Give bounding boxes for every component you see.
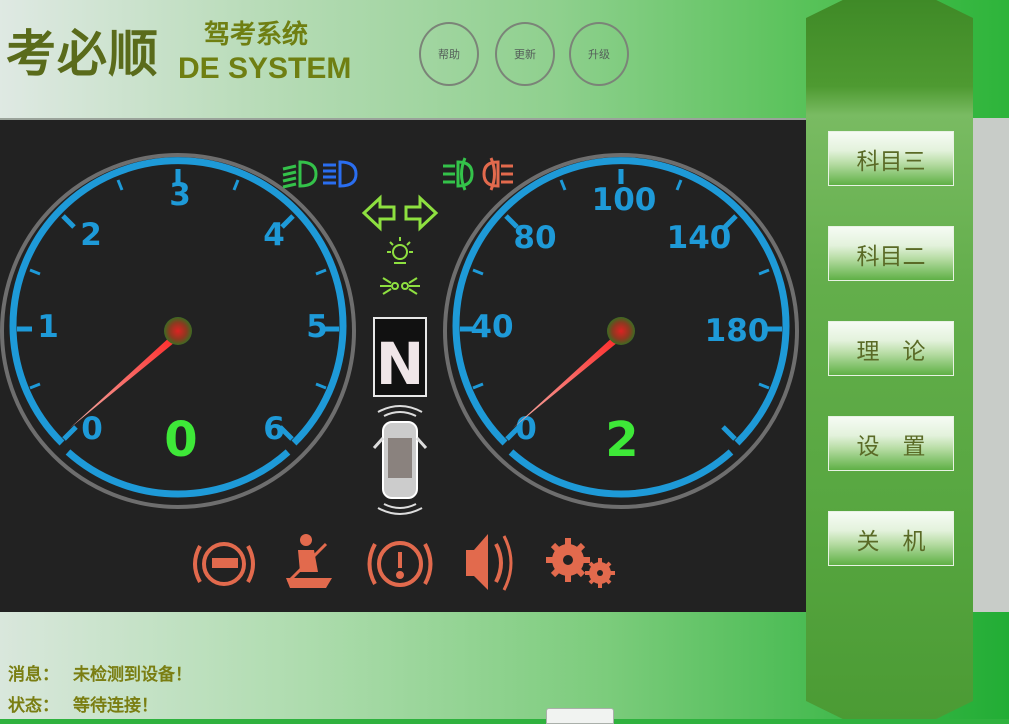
gear-settings-icon [546,538,615,588]
update-button[interactable]: 更新 [495,22,555,86]
state-value: 等待连接！ [73,696,158,716]
state-label: 状态： [8,696,59,716]
tachometer-gauge: 0 1 2 3 4 5 6 0 [0,153,356,509]
position-light-icon [387,237,413,264]
shutdown-button[interactable]: 关 机 [828,511,954,566]
speed-tick-40: 40 [470,309,513,345]
parking-brake-icon [193,542,255,586]
tach-tick-2: 2 [80,217,102,253]
upgrade-button[interactable]: 升级 [569,22,629,86]
theory-button[interactable]: 理 论 [828,321,954,376]
system-title-en: DE SYSTEM [178,52,352,85]
turn-left-icon [361,194,396,232]
speed-reading: 2 [605,412,638,468]
subject-three-button[interactable]: 科目三 [828,131,954,186]
tach-tick-1: 1 [37,309,59,345]
right-edge-strip [970,118,1009,612]
settings-button[interactable]: 设 置 [828,416,954,471]
rear-fog-icon [482,157,513,191]
low-beam-icon [282,160,318,189]
brand-logo-text: 考必顺 [6,25,159,83]
message-value: 未检测到设备！ [73,665,192,685]
message-label: 消息： [8,665,59,685]
tach-reading: 0 [164,412,197,468]
system-title-cn: 驾考系统 [204,20,309,50]
tach-tick-5: 5 [306,309,328,345]
speed-tick-180: 180 [705,313,770,349]
tach-tick-3: 3 [169,177,191,213]
gear-indicator: N [376,330,425,398]
front-fog-icon [443,157,474,191]
seatbelt-icon [286,534,332,588]
state-line: 状态： 等待连接！ [8,691,158,716]
dashboard-panel: 0 1 2 3 4 5 6 0 0 40 80 100 140 180 2 N [0,118,806,614]
speed-tick-80: 80 [513,220,556,256]
subject-two-button[interactable]: 科目二 [828,226,954,281]
speed-tick-100: 100 [592,182,657,218]
high-beam-icon [323,160,358,188]
tach-tick-0: 0 [81,411,103,447]
warning-icon [367,541,433,587]
speed-tick-140: 140 [667,220,732,256]
horn-icon [466,534,513,591]
car-sensor-icon [372,405,428,515]
bottom-tab-handle[interactable] [546,708,614,724]
clearance-light-icon [380,277,420,295]
tach-tick-4: 4 [263,217,285,253]
turn-right-icon [404,194,439,232]
message-line: 消息： 未检测到设备！ [8,660,192,685]
help-button[interactable]: 帮助 [419,22,479,86]
speedometer-gauge: 0 40 80 100 140 180 2 [443,153,799,509]
tach-tick-6: 6 [263,411,285,447]
